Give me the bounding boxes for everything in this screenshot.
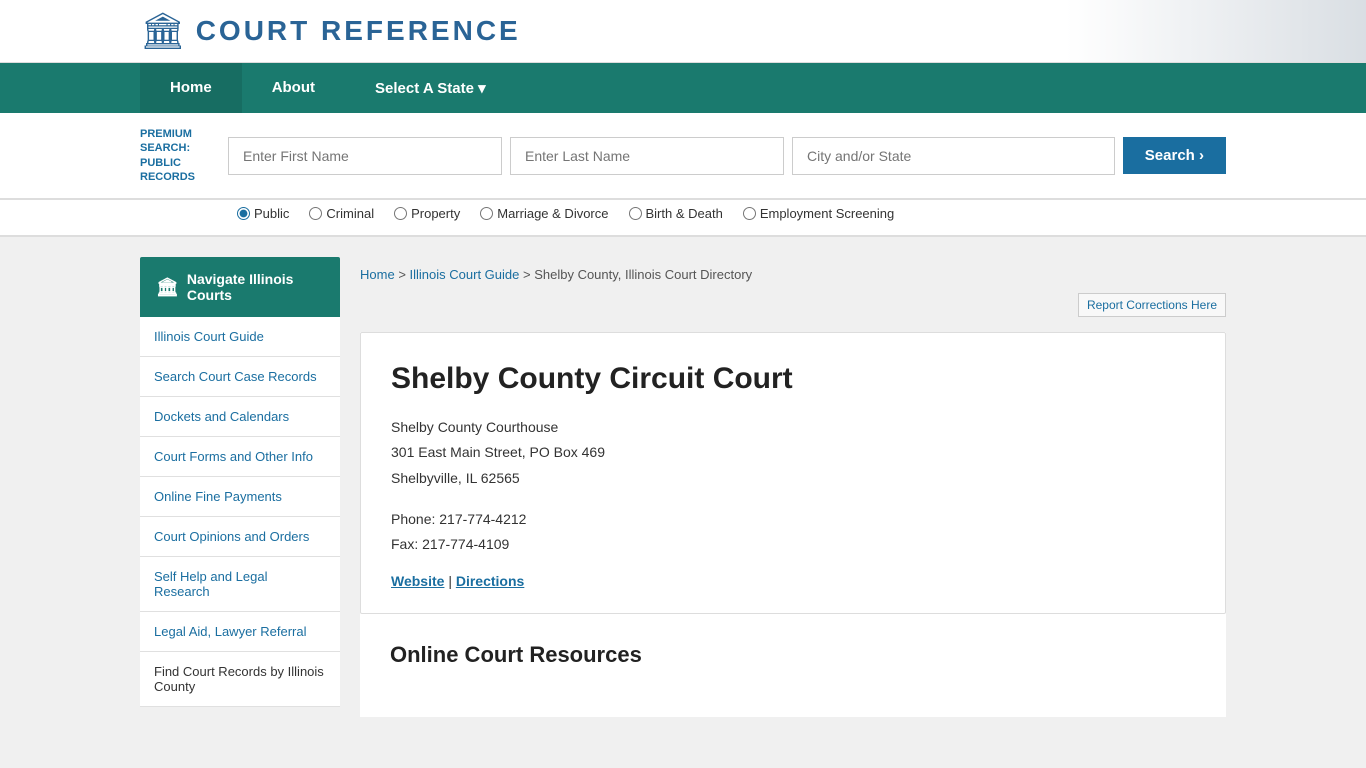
nav-item-home[interactable]: Home — [140, 63, 242, 113]
radio-public[interactable]: Public — [237, 206, 289, 221]
online-resources: Online Court Resources — [360, 642, 1226, 668]
sidebar-title: 🏛 Navigate Illinois Courts — [140, 257, 340, 317]
logo[interactable]: 🏛 COURT REFERENCE — [140, 10, 521, 52]
sidebar-item-legal-aid[interactable]: Legal Aid, Lawyer Referral — [140, 612, 340, 652]
nav-item-about[interactable]: About — [242, 63, 345, 113]
sidebar: 🏛 Navigate Illinois Courts Illinois Cour… — [140, 257, 340, 717]
header-background — [1066, 0, 1366, 62]
site-header: 🏛 COURT REFERENCE — [0, 0, 1366, 63]
radio-property[interactable]: Property — [394, 206, 460, 221]
nav-item-select-state[interactable]: Select A State ▾ — [345, 63, 516, 113]
sidebar-item-case-records[interactable]: Search Court Case Records — [140, 357, 340, 397]
court-phone: Phone: 217-774-4212 Fax: 217-774-4109 — [391, 507, 1195, 557]
website-link[interactable]: Website — [391, 573, 444, 589]
sidebar-item-court-guide[interactable]: Illinois Court Guide — [140, 317, 340, 357]
breadcrumb-home[interactable]: Home — [360, 267, 395, 282]
city-state-input[interactable] — [792, 137, 1115, 175]
breadcrumb-guide[interactable]: Illinois Court Guide — [410, 267, 520, 282]
first-name-input[interactable] — [228, 137, 502, 175]
radio-criminal[interactable]: Criminal — [309, 206, 374, 221]
search-bar: PREMIUM SEARCH: PUBLIC RECORDS Search › — [0, 113, 1366, 200]
premium-label: PREMIUM SEARCH: PUBLIC RECORDS — [140, 127, 220, 184]
fax-number: Fax: 217-774-4109 — [391, 532, 1195, 557]
last-name-input[interactable] — [510, 137, 784, 175]
address-line1: Shelby County Courthouse — [391, 415, 1195, 440]
radio-marriage-divorce[interactable]: Marriage & Divorce — [480, 206, 608, 221]
logo-icon: 🏛 — [140, 10, 186, 52]
sidebar-item-self-help[interactable]: Self Help and Legal Research — [140, 557, 340, 612]
breadcrumb: Home > Illinois Court Guide > Shelby Cou… — [360, 257, 1226, 296]
address-line2: 301 East Main Street, PO Box 469 — [391, 440, 1195, 465]
breadcrumb-current: Shelby County, Illinois Court Directory — [534, 267, 752, 282]
radio-employment[interactable]: Employment Screening — [743, 206, 894, 221]
navbar: Home About Select A State ▾ — [0, 63, 1366, 113]
court-card: Shelby County Circuit Court Shelby Count… — [360, 332, 1226, 614]
radio-birth-death[interactable]: Birth & Death — [629, 206, 723, 221]
address-line3: Shelbyville, IL 62565 — [391, 466, 1195, 491]
court-links: Website | Directions — [391, 573, 1195, 589]
logo-text: COURT REFERENCE — [196, 15, 521, 47]
report-corrections-link[interactable]: Report Corrections Here — [1078, 293, 1226, 317]
sidebar-item-dockets[interactable]: Dockets and Calendars — [140, 397, 340, 437]
sidebar-item-fine-payments[interactable]: Online Fine Payments — [140, 477, 340, 517]
search-button[interactable]: Search › — [1123, 137, 1226, 174]
phone-number: Phone: 217-774-4212 — [391, 507, 1195, 532]
sidebar-item-find-records[interactable]: Find Court Records by Illinois County — [140, 652, 340, 707]
radio-row: Public Criminal Property Marriage & Divo… — [0, 200, 1366, 237]
court-name: Shelby County Circuit Court — [391, 361, 1195, 397]
main-content: 🏛 Navigate Illinois Courts Illinois Cour… — [0, 237, 1366, 737]
content-area: Home > Illinois Court Guide > Shelby Cou… — [360, 257, 1226, 717]
report-corrections: Report Corrections Here — [360, 296, 1226, 312]
online-resources-heading: Online Court Resources — [390, 642, 1196, 668]
courthouse-icon: 🏛 — [156, 277, 179, 298]
directions-link[interactable]: Directions — [456, 573, 524, 589]
sidebar-item-court-forms[interactable]: Court Forms and Other Info — [140, 437, 340, 477]
sidebar-item-opinions[interactable]: Court Opinions and Orders — [140, 517, 340, 557]
court-address: Shelby County Courthouse 301 East Main S… — [391, 415, 1195, 491]
